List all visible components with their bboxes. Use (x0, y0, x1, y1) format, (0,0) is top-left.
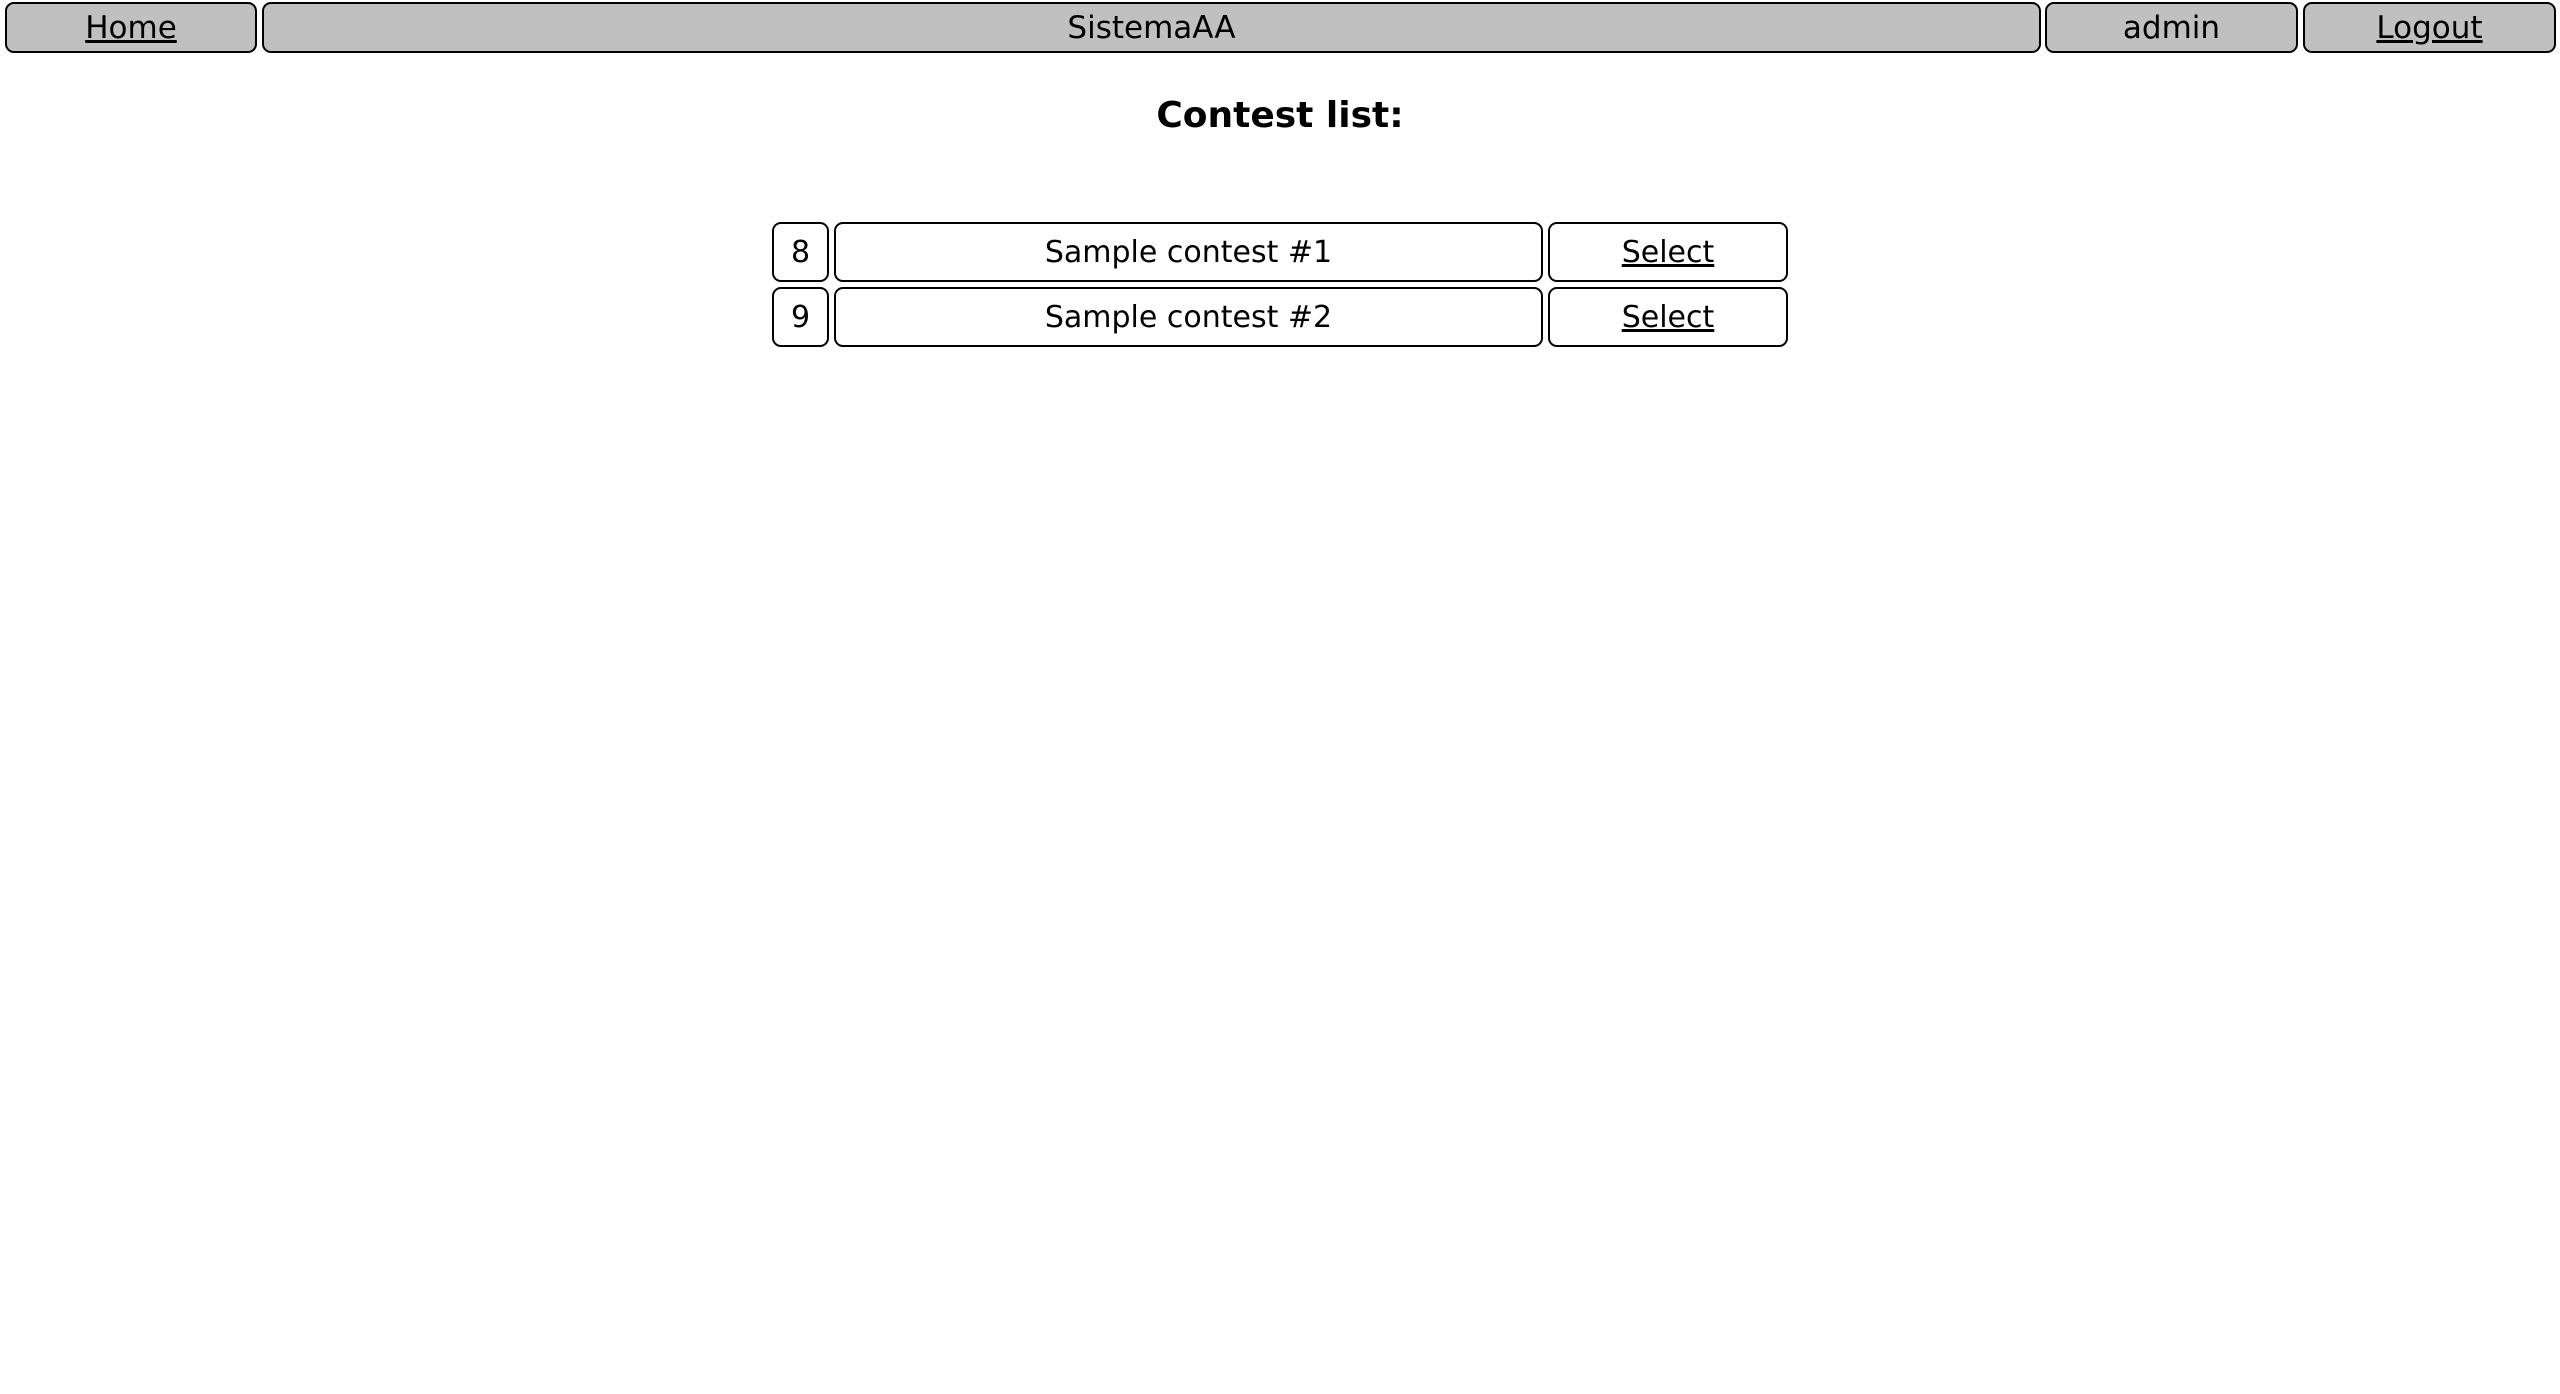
home-nav-item[interactable]: Home (5, 2, 257, 53)
select-contest-button[interactable]: Select (1548, 222, 1788, 282)
contest-id: 9 (772, 287, 829, 347)
page-title: Contest list: (1156, 95, 1404, 136)
select-link[interactable]: Select (1622, 300, 1715, 335)
select-link[interactable]: Select (1622, 235, 1715, 270)
contest-name: Sample contest #1 (834, 222, 1543, 282)
contest-id: 8 (772, 222, 829, 282)
contest-name: Sample contest #2 (834, 287, 1543, 347)
logout-nav-item[interactable]: Logout (2303, 2, 2556, 53)
logout-link[interactable]: Logout (2376, 10, 2482, 46)
username-label: admin (2045, 2, 2298, 53)
select-contest-button[interactable]: Select (1548, 287, 1788, 347)
top-nav: Home SistemaAA admin Logout (0, 2, 2560, 56)
site-title: SistemaAA (262, 2, 2041, 53)
home-link[interactable]: Home (85, 10, 177, 46)
